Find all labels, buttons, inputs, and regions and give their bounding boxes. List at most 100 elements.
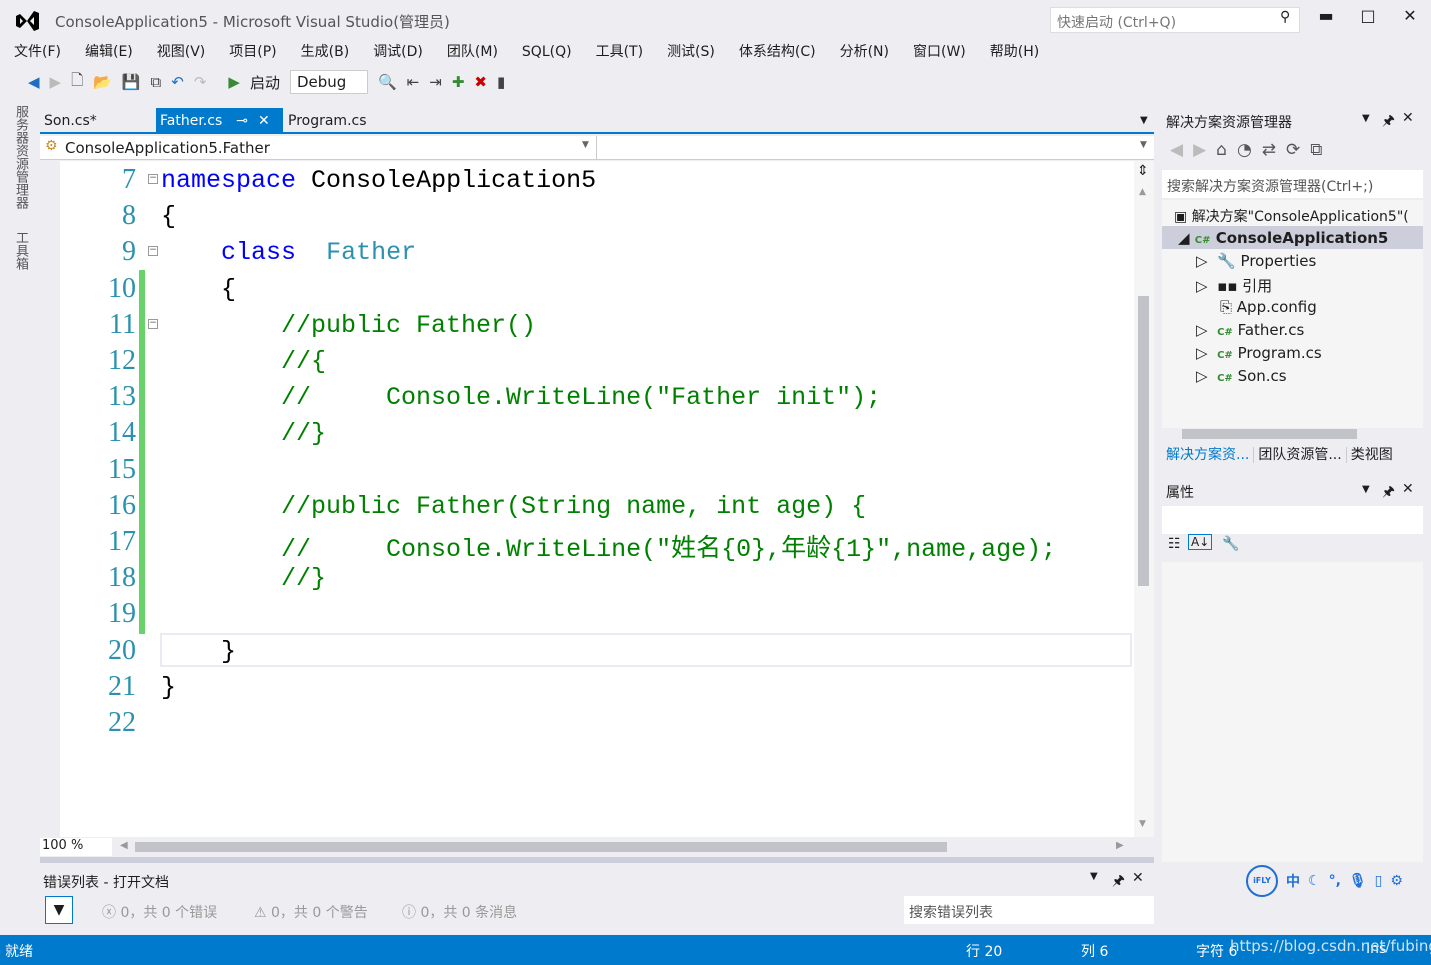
save-all-icon[interactable]: ⧉	[151, 73, 162, 91]
forward-icon[interactable]: ▶	[50, 73, 62, 91]
refresh-icon[interactable]: ⟳	[1286, 140, 1310, 160]
tab-team-explorer[interactable]: 团队资源管...	[1253, 447, 1346, 463]
errors-filter[interactable]: ⓧ 0，共 0 个错误	[102, 902, 217, 922]
tree-item-program[interactable]: ▷ C# Program.cs	[1196, 344, 1322, 362]
messages-filter[interactable]: ⓘ 0，共 0 条消息	[402, 902, 517, 922]
pending-changes-icon[interactable]: ◔	[1237, 140, 1262, 160]
close-button[interactable]: ✕	[1395, 6, 1425, 25]
ime-mode[interactable]: 中	[1286, 871, 1300, 891]
dropdown-icon[interactable]: ▼	[1090, 871, 1098, 882]
splitter[interactable]	[40, 857, 1154, 863]
indent-icon[interactable]: ⇥	[429, 73, 442, 91]
pin-icon[interactable]: 🖈	[1112, 870, 1125, 894]
dropdown-icon[interactable]: ▼	[1362, 484, 1370, 495]
comment-icon[interactable]: ✚	[452, 73, 465, 91]
start-icon[interactable]: ▶	[228, 73, 240, 91]
properties-object-dropdown[interactable]	[1162, 506, 1423, 534]
tree-item-father[interactable]: ▷ C# Father.cs	[1196, 321, 1304, 339]
tree-item-references[interactable]: ▷ ▪▪ 引用	[1196, 275, 1272, 296]
quick-launch-input[interactable]: 快速启动 (Ctrl+Q)	[1050, 7, 1300, 33]
horizontal-scroll-thumb[interactable]	[135, 842, 947, 852]
tree-item-son[interactable]: ▷ C# Son.cs	[1196, 367, 1287, 385]
pin-icon[interactable]: 🖈	[1382, 481, 1395, 505]
fold-toggle-icon[interactable]: −	[148, 246, 158, 257]
property-pages-icon[interactable]: 🔧	[1222, 536, 1239, 552]
scroll-thumb[interactable]	[1138, 296, 1149, 586]
project-node[interactable]: ◢ C# ConsoleApplication5	[1162, 226, 1423, 249]
bookmark-icon[interactable]: ▮	[497, 73, 505, 91]
scroll-down-icon[interactable]: ▼	[1139, 819, 1146, 829]
toolbox-tab[interactable]: 工具箱	[11, 231, 30, 270]
redo-icon[interactable]: ↷	[194, 73, 207, 91]
start-button[interactable]: 启动	[250, 72, 280, 93]
close-icon[interactable]: ✕	[1402, 110, 1414, 126]
error-search-input[interactable]: 搜索错误列表	[904, 896, 1154, 924]
alphabetical-icon[interactable]: A↓	[1188, 534, 1213, 550]
tab-class-view[interactable]: 类视图	[1345, 447, 1397, 463]
menu-tools[interactable]: 工具(T)	[596, 40, 643, 64]
scroll-right-icon[interactable]: ▶	[1116, 840, 1124, 851]
menu-team[interactable]: 团队(M)	[447, 40, 498, 64]
menu-analyze[interactable]: 分析(N)	[840, 40, 889, 64]
menu-edit[interactable]: 编辑(E)	[85, 40, 133, 64]
split-icon[interactable]: ⇕	[1137, 163, 1149, 179]
home-icon[interactable]: ⌂	[1216, 140, 1237, 160]
minimize-button[interactable]: ▬	[1311, 6, 1341, 25]
warnings-filter[interactable]: ⚠ 0，共 0 个警告	[254, 902, 368, 922]
type-dropdown[interactable]: ConsoleApplication5.Father	[65, 139, 270, 157]
tab-son[interactable]: Son.cs*	[40, 108, 101, 134]
ime-logo[interactable]: iFLY	[1246, 865, 1278, 897]
settings-icon[interactable]: ⚙	[1390, 873, 1403, 889]
server-explorer-tab[interactable]: 服务器资源管理器	[13, 105, 28, 209]
open-icon[interactable]: 📂	[93, 73, 112, 91]
undo-icon[interactable]: ↶	[171, 73, 184, 91]
vertical-scrollbar[interactable]: ⇕ ▲ ▼	[1134, 161, 1154, 837]
menu-test[interactable]: 测试(S)	[667, 40, 715, 64]
close-icon[interactable]: ✕	[1132, 870, 1144, 886]
step-icon[interactable]: ⇤	[407, 73, 420, 91]
dropdown-icon[interactable]: ▼	[1362, 113, 1370, 124]
solution-node[interactable]: ▣ 解决方案"ConsoleApplication5"(	[1174, 206, 1409, 226]
close-tab-icon[interactable]: ✕	[258, 113, 270, 129]
back-icon[interactable]: ◀	[1170, 140, 1193, 160]
fold-toggle-icon[interactable]: −	[148, 174, 158, 184]
zoom-dropdown[interactable]: 100 %	[40, 838, 112, 856]
maximize-button[interactable]: □	[1353, 6, 1383, 25]
back-icon[interactable]: ◀	[28, 73, 40, 91]
tree-item-properties[interactable]: ▷ 🔧 Properties	[1196, 252, 1316, 270]
tab-solution-explorer[interactable]: 解决方案资...	[1162, 447, 1253, 463]
close-icon[interactable]: ✕	[1402, 481, 1414, 497]
menu-file[interactable]: 文件(F)	[14, 40, 61, 64]
chevron-down-icon[interactable]: ▼	[582, 140, 589, 150]
tab-overflow-icon[interactable]: ▼	[1136, 108, 1152, 134]
forward-icon[interactable]: ▶	[1193, 140, 1216, 160]
find-icon[interactable]: 🔍	[378, 73, 397, 91]
keyboard-icon[interactable]: ▯	[1375, 873, 1383, 889]
menu-view[interactable]: 视图(V)	[157, 40, 206, 64]
solution-search-input[interactable]: 搜索解决方案资源管理器(Ctrl+;)	[1162, 170, 1423, 198]
tab-father[interactable]: Father.cs ⊸ ✕	[156, 108, 283, 134]
moon-icon[interactable]: ☾	[1308, 873, 1321, 889]
uncomment-icon[interactable]: ✖	[474, 73, 487, 91]
pin-icon[interactable]: ⊸	[236, 113, 248, 129]
menu-debug[interactable]: 调试(D)	[373, 40, 423, 64]
menu-sql[interactable]: SQL(Q)	[522, 40, 572, 64]
horizontal-scroll-thumb[interactable]	[1182, 429, 1357, 439]
menu-window[interactable]: 窗口(W)	[913, 40, 966, 64]
scroll-left-icon[interactable]: ◀	[120, 840, 128, 851]
new-project-icon[interactable]: 🗋	[71, 70, 83, 95]
menu-project[interactable]: 项目(P)	[229, 40, 276, 64]
sync-icon[interactable]: ⇄	[1262, 140, 1286, 160]
menu-architecture[interactable]: 体系结构(C)	[739, 40, 816, 64]
fold-toggle-icon[interactable]: −	[148, 318, 158, 329]
tree-item-app-config[interactable]: ⎘ App.config	[1220, 298, 1317, 316]
filter-icon[interactable]: ▼	[45, 896, 73, 924]
member-dropdown[interactable]: ▼	[1140, 140, 1147, 150]
config-dropdown[interactable]: Debug	[289, 70, 368, 94]
categorized-icon[interactable]: ☷	[1168, 536, 1181, 552]
menu-help[interactable]: 帮助(H)	[990, 40, 1039, 64]
save-icon[interactable]: 💾	[122, 73, 141, 91]
collapse-all-icon[interactable]: ⧉	[1310, 140, 1332, 160]
scroll-up-icon[interactable]: ▲	[1139, 187, 1146, 197]
tab-program[interactable]: Program.cs	[284, 108, 371, 134]
